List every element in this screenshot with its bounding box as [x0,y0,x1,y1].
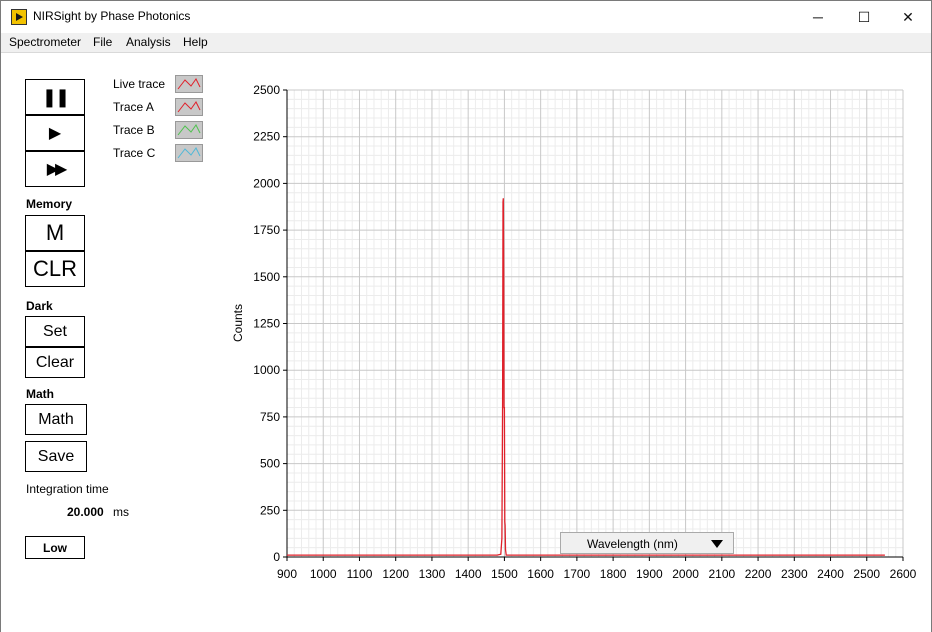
y-tick-label: 0 [273,550,280,564]
chart-series [287,198,885,556]
x-tick-label: 1300 [419,567,446,581]
app-window: NIRSight by Phase Photonics ─ ☐ ✕ Spectr… [0,0,932,632]
x-tick-label: 2500 [853,567,880,581]
spectrum-chart[interactable]: 900 1000 1100 1200 1300 1400 1500 1600 1700 1800 1… [1,1,932,632]
y-tick-label: 1500 [253,270,280,284]
x-tick-label: 900 [277,567,297,581]
x-tick-label: 1700 [564,567,591,581]
x-axis-unit-selector[interactable]: Wavelength (nm) [560,532,734,554]
x-tick-label: 2400 [817,567,844,581]
y-tick-label: 1000 [253,363,280,377]
x-tick-label: 1100 [347,567,373,581]
x-tick-label: 2100 [708,567,735,581]
x-axis-unit-label: Wavelength (nm) [587,537,678,551]
x-tick-label: 1500 [491,567,518,581]
x-tick-label: 2300 [781,567,808,581]
x-tick-label: 1600 [527,567,554,581]
x-tick-label: 1400 [455,567,482,581]
x-tick-label: 1000 [310,567,337,581]
chart-major-grid [286,89,904,558]
y-tick-label: 2500 [253,83,280,97]
y-tick-label: 2000 [253,176,280,190]
chart-tick-labels: 900 1000 1100 1200 1300 1400 1500 1600 1700 1800 1… [253,83,916,581]
x-tick-label: 2000 [672,567,699,581]
dropdown-arrow-icon [711,540,723,548]
y-tick-label: 1250 [253,317,280,331]
y-axis-label: Counts [231,304,245,342]
x-tick-label: 1200 [382,567,409,581]
x-tick-label: 2600 [890,567,917,581]
x-tick-label: 1900 [636,567,663,581]
y-tick-label: 250 [260,503,280,517]
y-tick-label: 1750 [253,223,280,237]
y-tick-label: 750 [260,410,280,424]
series-line-0 [287,198,885,556]
x-tick-label: 2200 [745,567,772,581]
y-tick-label: 2250 [253,130,280,144]
y-tick-label: 500 [260,457,280,471]
x-tick-label: 1800 [600,567,627,581]
